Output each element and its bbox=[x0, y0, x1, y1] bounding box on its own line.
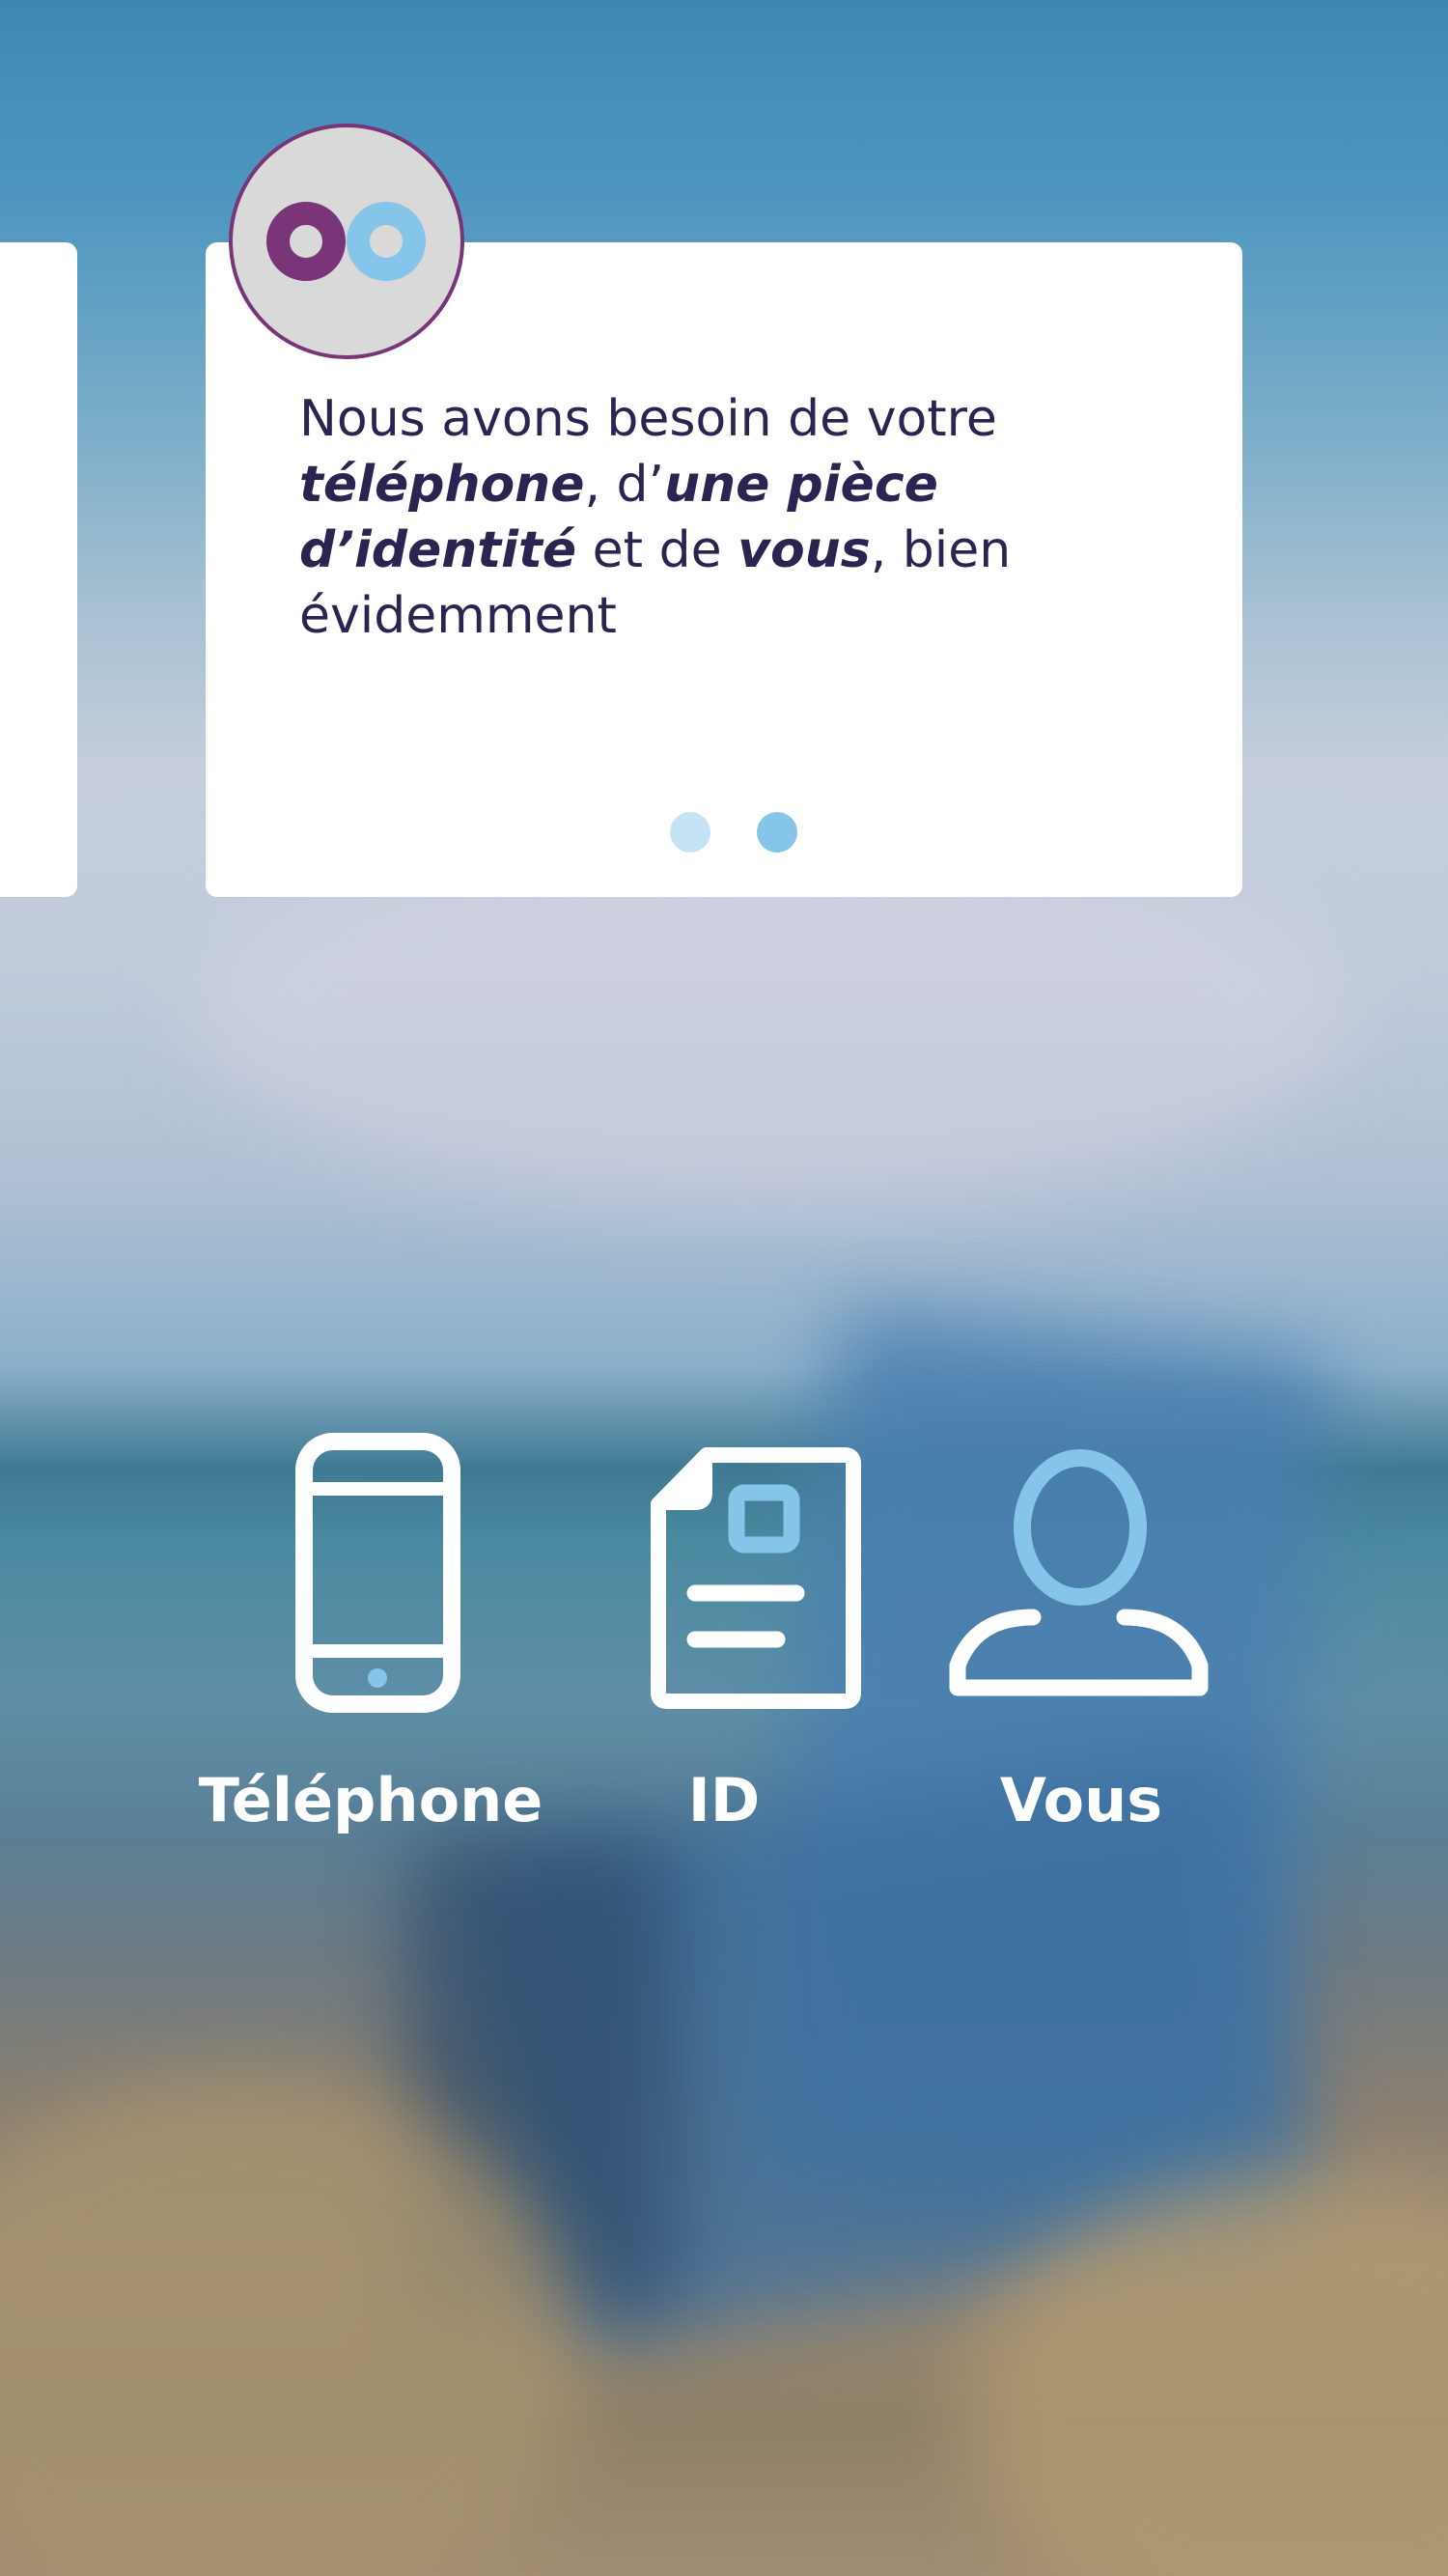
feature-telephone-label: Téléphone bbox=[198, 1765, 543, 1835]
feature-vous: Vous bbox=[907, 1429, 1255, 1863]
person-icon bbox=[949, 1449, 1209, 1696]
page-dot-2[interactable] bbox=[757, 812, 797, 853]
id-card-icon bbox=[651, 1447, 861, 1709]
requirements-list: Téléphone ID Vous bbox=[0, 1429, 1448, 1863]
previous-card[interactable] bbox=[0, 242, 77, 897]
logo-two-circles-icon bbox=[266, 202, 426, 281]
feature-vous-label: Vous bbox=[999, 1765, 1163, 1835]
onboarding-message: Nous avons besoin de votre téléphone, d’… bbox=[299, 386, 1168, 649]
message-segment: et de bbox=[576, 521, 738, 579]
feature-id: ID bbox=[550, 1429, 898, 1863]
message-segment: , d’ bbox=[584, 456, 665, 514]
phone-icon bbox=[295, 1433, 460, 1713]
message-segment: Nous avons besoin de votre bbox=[299, 390, 997, 448]
logo-avatar bbox=[229, 124, 464, 359]
feature-id-label: ID bbox=[687, 1765, 761, 1835]
page-indicator bbox=[206, 812, 1242, 853]
message-emphasis-you: vous bbox=[738, 521, 871, 579]
feature-telephone: Téléphone bbox=[197, 1429, 544, 1863]
message-emphasis-phone: téléphone bbox=[299, 456, 585, 514]
page-dot-1[interactable] bbox=[670, 812, 710, 853]
